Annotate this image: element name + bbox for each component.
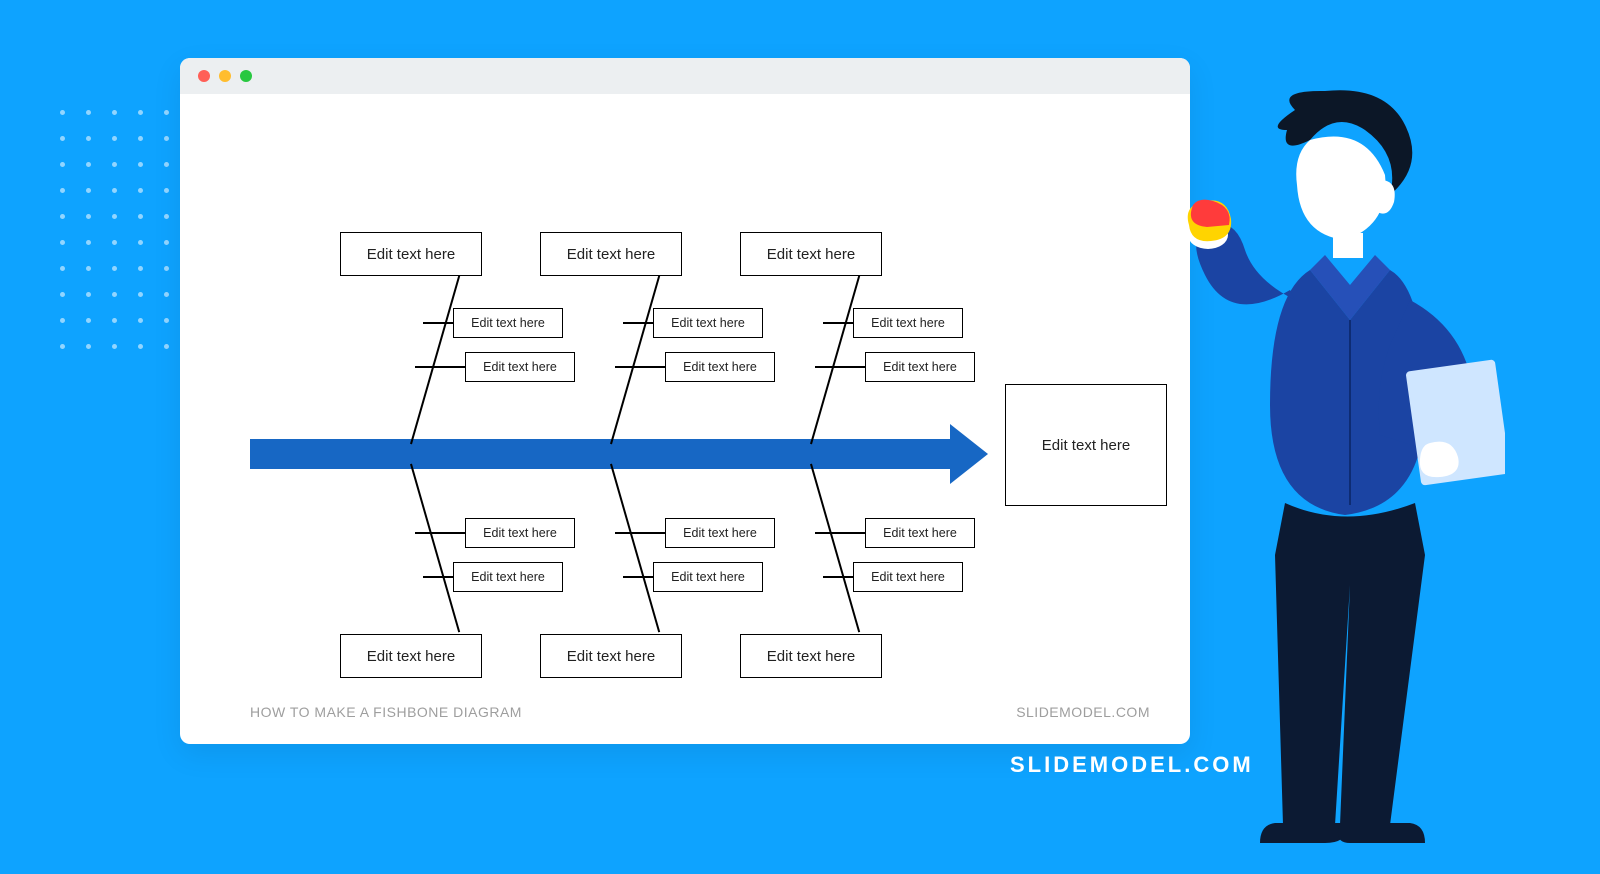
cause-box[interactable]: Edit text here bbox=[465, 518, 575, 548]
tick bbox=[623, 576, 653, 578]
category-bottom-1[interactable]: Edit text here bbox=[340, 634, 482, 678]
minimize-icon[interactable] bbox=[219, 70, 231, 82]
footer-right-text: SLIDEMODEL.COM bbox=[1016, 704, 1150, 720]
cause-box[interactable]: Edit text here bbox=[665, 352, 775, 382]
category-bottom-2[interactable]: Edit text here bbox=[540, 634, 682, 678]
cause-box[interactable]: Edit text here bbox=[865, 518, 975, 548]
fishbone-diagram: Edit text here Edit text here Edit text … bbox=[250, 214, 1150, 684]
cause-box[interactable]: Edit text here bbox=[465, 352, 575, 382]
bone-top-1 bbox=[410, 276, 460, 445]
person-illustration bbox=[1175, 85, 1505, 845]
footer-left-text: HOW TO MAKE A FISHBONE DIAGRAM bbox=[250, 704, 522, 720]
tick bbox=[623, 322, 653, 324]
cause-box[interactable]: Edit text here bbox=[653, 562, 763, 592]
bone-top-2 bbox=[610, 276, 660, 445]
cause-box[interactable]: Edit text here bbox=[653, 308, 763, 338]
tick bbox=[423, 576, 453, 578]
window-titlebar bbox=[180, 58, 1190, 94]
spine-arrow bbox=[250, 439, 950, 469]
cause-box[interactable]: Edit text here bbox=[665, 518, 775, 548]
bone-bottom-2 bbox=[610, 464, 660, 633]
category-top-2[interactable]: Edit text here bbox=[540, 232, 682, 276]
maximize-icon[interactable] bbox=[240, 70, 252, 82]
tick bbox=[615, 366, 665, 368]
close-icon[interactable] bbox=[198, 70, 210, 82]
category-top-1[interactable]: Edit text here bbox=[340, 232, 482, 276]
app-window: Edit text here Edit text here Edit text … bbox=[180, 58, 1190, 744]
tick bbox=[415, 532, 465, 534]
tick bbox=[823, 322, 853, 324]
tick bbox=[823, 576, 853, 578]
cause-box[interactable]: Edit text here bbox=[853, 562, 963, 592]
bone-bottom-1 bbox=[410, 464, 460, 633]
category-top-3[interactable]: Edit text here bbox=[740, 232, 882, 276]
cause-box[interactable]: Edit text here bbox=[853, 308, 963, 338]
tick bbox=[815, 366, 865, 368]
cause-box[interactable]: Edit text here bbox=[453, 562, 563, 592]
tick bbox=[423, 322, 453, 324]
effect-box[interactable]: Edit text here bbox=[1005, 384, 1167, 506]
tick bbox=[815, 532, 865, 534]
bone-bottom-3 bbox=[810, 464, 860, 633]
bone-top-3 bbox=[810, 276, 860, 445]
spine-arrowhead bbox=[950, 424, 988, 484]
tick bbox=[415, 366, 465, 368]
slide-canvas: Edit text here Edit text here Edit text … bbox=[180, 94, 1190, 744]
cause-box[interactable]: Edit text here bbox=[453, 308, 563, 338]
tick bbox=[615, 532, 665, 534]
cause-box[interactable]: Edit text here bbox=[865, 352, 975, 382]
category-bottom-3[interactable]: Edit text here bbox=[740, 634, 882, 678]
page-background: // generate dots grid Edit text here bbox=[0, 0, 1600, 874]
